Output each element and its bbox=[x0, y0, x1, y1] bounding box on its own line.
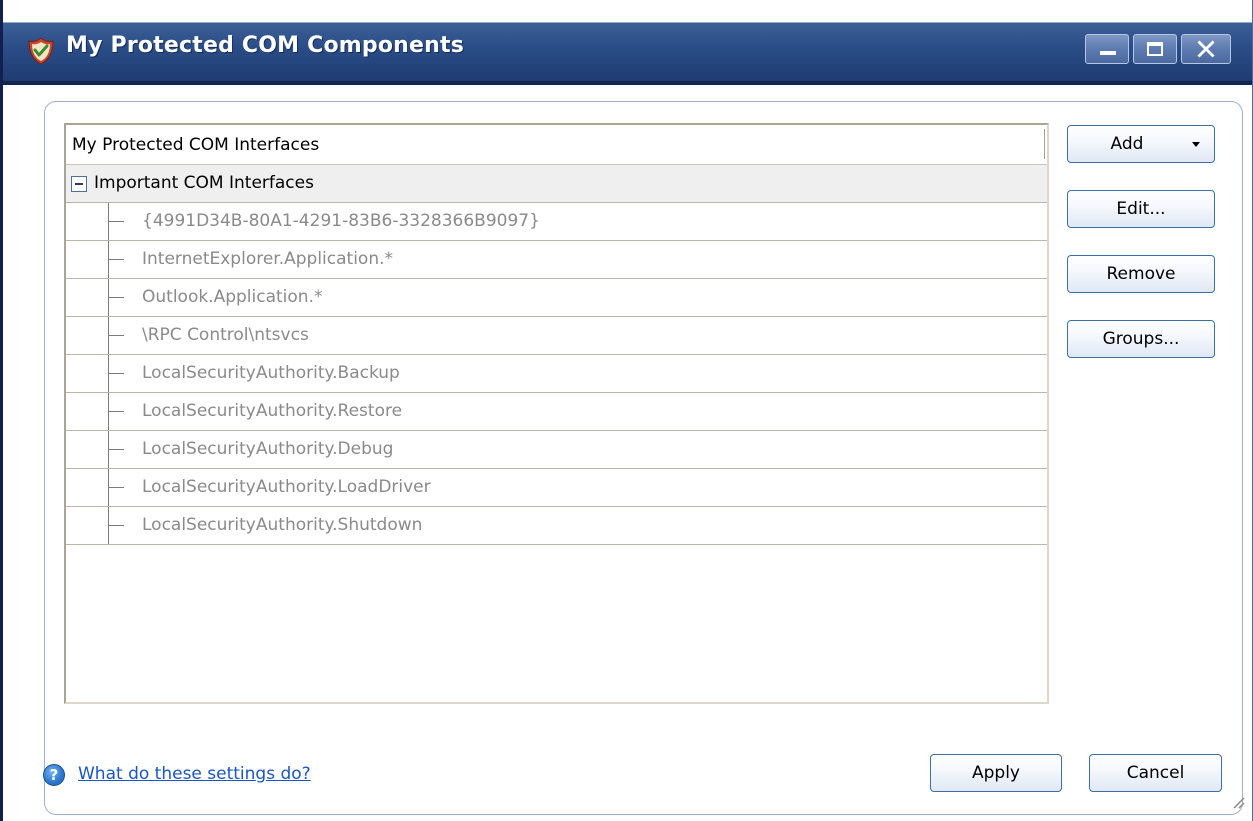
apply-button[interactable]: Apply bbox=[930, 754, 1062, 792]
add-button[interactable]: Add bbox=[1067, 125, 1215, 163]
tree-item[interactable]: LocalSecurityAuthority.Shutdown bbox=[66, 507, 1047, 545]
collapse-icon[interactable] bbox=[71, 176, 87, 192]
tree-item-label: LocalSecurityAuthority.Backup bbox=[142, 363, 400, 383]
dropdown-arrow-icon bbox=[1192, 142, 1200, 147]
dialog-body: My Protected COM Interfaces Important CO… bbox=[6, 85, 1251, 821]
tree-group-label: Important COM Interfaces bbox=[94, 173, 314, 193]
tree-item-label: LocalSecurityAuthority.Debug bbox=[142, 439, 394, 459]
tree-item[interactable]: InternetExplorer.Application.* bbox=[66, 241, 1047, 279]
maximize-button[interactable] bbox=[1133, 34, 1177, 64]
close-button[interactable] bbox=[1181, 34, 1231, 64]
tree-item[interactable]: Outlook.Application.* bbox=[66, 279, 1047, 317]
tree-item-label: \RPC Control\ntsvcs bbox=[142, 325, 309, 345]
tree-item[interactable]: LocalSecurityAuthority.Restore bbox=[66, 393, 1047, 431]
tree-item-label: {4991D34B-80A1-4291-83B6-3328366B9097} bbox=[142, 211, 540, 231]
tree-item-label: Outlook.Application.* bbox=[142, 287, 323, 307]
minimize-icon bbox=[1100, 51, 1116, 55]
shield-icon bbox=[28, 37, 54, 65]
maximize-icon bbox=[1147, 42, 1163, 56]
resize-grip-icon[interactable] bbox=[1231, 795, 1245, 809]
tree-item-label: LocalSecurityAuthority.Shutdown bbox=[142, 515, 423, 535]
tree-item-label: LocalSecurityAuthority.LoadDriver bbox=[142, 477, 431, 497]
edit-button[interactable]: Edit... bbox=[1067, 190, 1215, 228]
window-title: My Protected COM Components bbox=[66, 33, 465, 58]
tree-item[interactable]: \RPC Control\ntsvcs bbox=[66, 317, 1047, 355]
cancel-button[interactable]: Cancel bbox=[1089, 754, 1222, 792]
help-link[interactable]: What do these settings do? bbox=[78, 764, 311, 784]
minimize-button[interactable] bbox=[1085, 34, 1129, 64]
tree-header-label: My Protected COM Interfaces bbox=[72, 135, 320, 155]
tree-group-row[interactable]: Important COM Interfaces bbox=[66, 165, 1047, 203]
tree-item[interactable]: LocalSecurityAuthority.Backup bbox=[66, 355, 1047, 393]
add-button-label: Add bbox=[1110, 134, 1144, 154]
help-icon[interactable]: ? bbox=[43, 764, 65, 786]
groups-button[interactable]: Groups... bbox=[1067, 320, 1215, 358]
remove-button[interactable]: Remove bbox=[1067, 255, 1215, 293]
tree-item[interactable]: {4991D34B-80A1-4291-83B6-3328366B9097} bbox=[66, 203, 1047, 241]
title-bar[interactable]: My Protected COM Components bbox=[3, 0, 1252, 85]
tree-item[interactable]: LocalSecurityAuthority.Debug bbox=[66, 431, 1047, 469]
tree-item-label: LocalSecurityAuthority.Restore bbox=[142, 401, 403, 421]
close-icon bbox=[1197, 40, 1215, 58]
dialog-window: My Protected COM Components My Protected… bbox=[0, 0, 1253, 821]
tree-item-label: InternetExplorer.Application.* bbox=[142, 249, 394, 269]
com-interfaces-tree[interactable]: My Protected COM Interfaces Important CO… bbox=[64, 123, 1049, 704]
tree-column-header[interactable]: My Protected COM Interfaces bbox=[66, 125, 1047, 165]
tree-item[interactable]: LocalSecurityAuthority.LoadDriver bbox=[66, 469, 1047, 507]
